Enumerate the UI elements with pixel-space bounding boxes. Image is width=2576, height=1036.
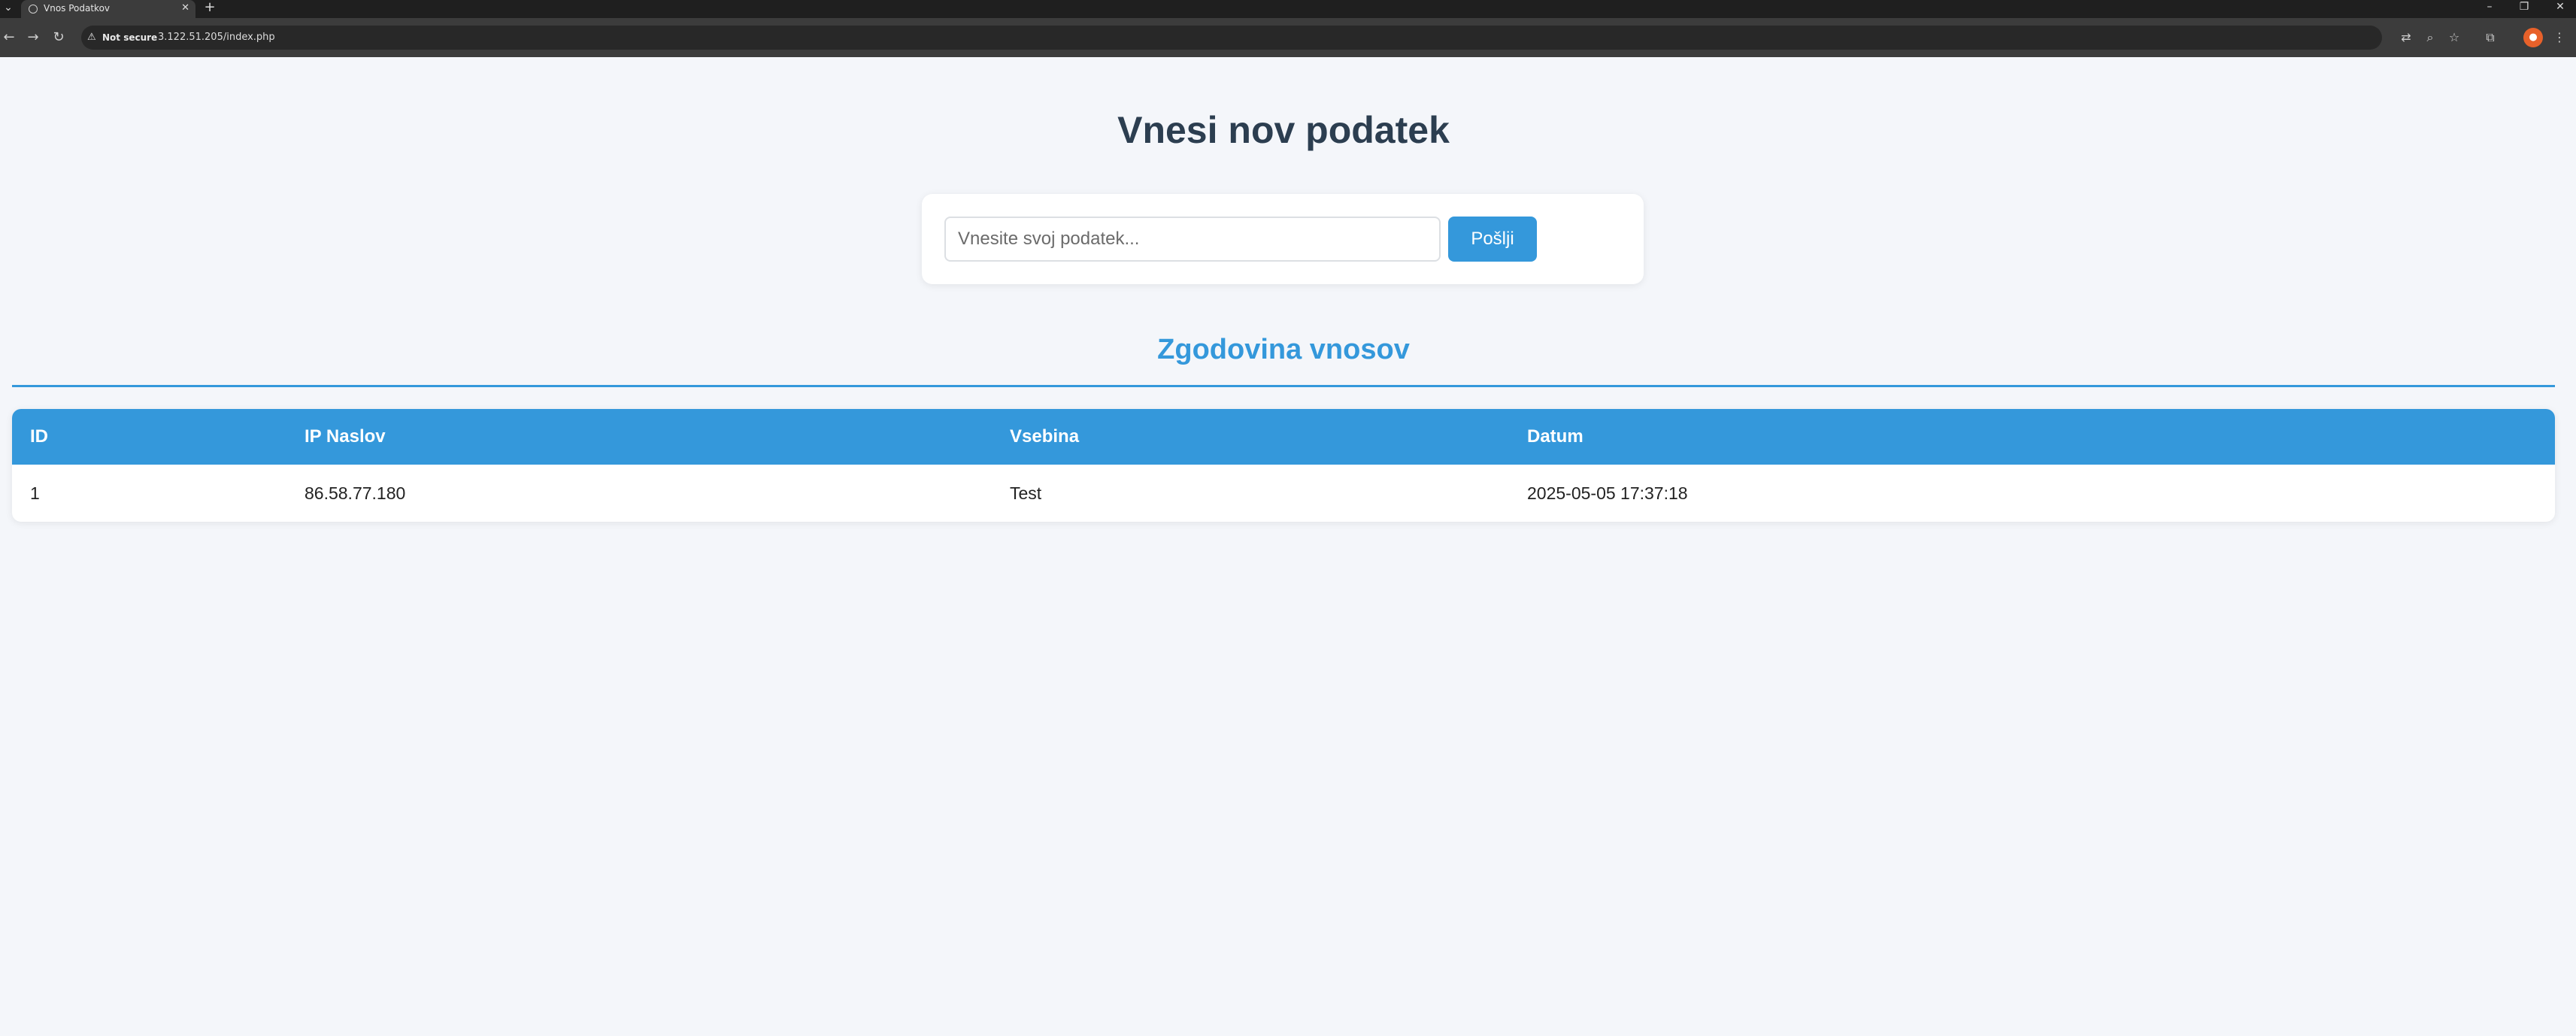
url-text[interactable]: 3.122.51.205/index.php [158, 26, 275, 50]
bookmark-star-icon[interactable]: ☆ [2445, 29, 2463, 47]
profile-avatar-icon[interactable]: ● [2523, 28, 2543, 47]
cell-ip: 86.58.77.180 [305, 483, 406, 503]
tab-title: Vnos Podatkov [44, 3, 111, 14]
divider [12, 385, 2555, 387]
history-title: Zgodovina vnosov [1157, 334, 1410, 365]
browser-tab-strip: ⌄ Vnos Podatkov ✕ + – ❐ ✕ [0, 0, 2576, 18]
extensions-icon[interactable]: ⧉ [2481, 29, 2499, 47]
translate-icon[interactable]: ⇄ [2397, 29, 2415, 47]
forward-icon[interactable]: → [24, 29, 42, 47]
page-title: Vnesi nov podatek [1117, 109, 1450, 151]
page-content: Vnesi nov podatek Pošlji Zgodovina vnoso… [0, 57, 2576, 1036]
back-icon[interactable]: ← [0, 29, 18, 47]
cell-content: Test [1010, 483, 1042, 503]
history-table: ID IP Naslov Vsebina Datum 1 86.58.77.18… [12, 409, 2555, 522]
reload-icon[interactable]: ↻ [50, 29, 68, 47]
table-row: 1 86.58.77.180 Test 2025-05-05 17:37:18 [12, 465, 2555, 522]
cell-date: 2025-05-05 17:37:18 [1527, 483, 1688, 503]
column-header-content: Vsebina [992, 409, 1509, 465]
zoom-icon[interactable]: ⌕ [2421, 29, 2439, 47]
browser-tab[interactable]: Vnos Podatkov ✕ [21, 0, 195, 18]
entry-form: Pošlji [922, 194, 1644, 284]
cell-id: 1 [30, 483, 40, 503]
entry-input[interactable] [944, 217, 1441, 262]
window-close-icon[interactable]: ✕ [2549, 0, 2571, 15]
globe-icon [29, 5, 38, 14]
restore-icon[interactable]: ❐ [2513, 0, 2535, 15]
table-header-row: ID IP Naslov Vsebina Datum [12, 409, 2555, 465]
submit-button[interactable]: Pošlji [1448, 217, 1537, 262]
column-header-ip: IP Naslov [286, 409, 992, 465]
browser-menu-icon[interactable]: ⋮ [2550, 29, 2568, 47]
column-header-date: Datum [1509, 409, 2555, 465]
address-bar[interactable]: ⚠ Not secure 3.122.51.205/index.php [81, 26, 2382, 50]
column-header-id: ID [12, 409, 286, 465]
security-label[interactable]: Not secure [102, 26, 157, 50]
warning-icon[interactable]: ⚠ [87, 26, 96, 50]
new-tab-button[interactable]: + [202, 0, 218, 17]
browser-toolbar: ← → ↻ ⚠ Not secure 3.122.51.205/index.ph… [0, 18, 2576, 57]
tab-list-icon[interactable]: ⌄ [0, 0, 17, 17]
minimize-icon[interactable]: – [2478, 0, 2501, 15]
close-tab-icon[interactable]: ✕ [181, 0, 189, 17]
